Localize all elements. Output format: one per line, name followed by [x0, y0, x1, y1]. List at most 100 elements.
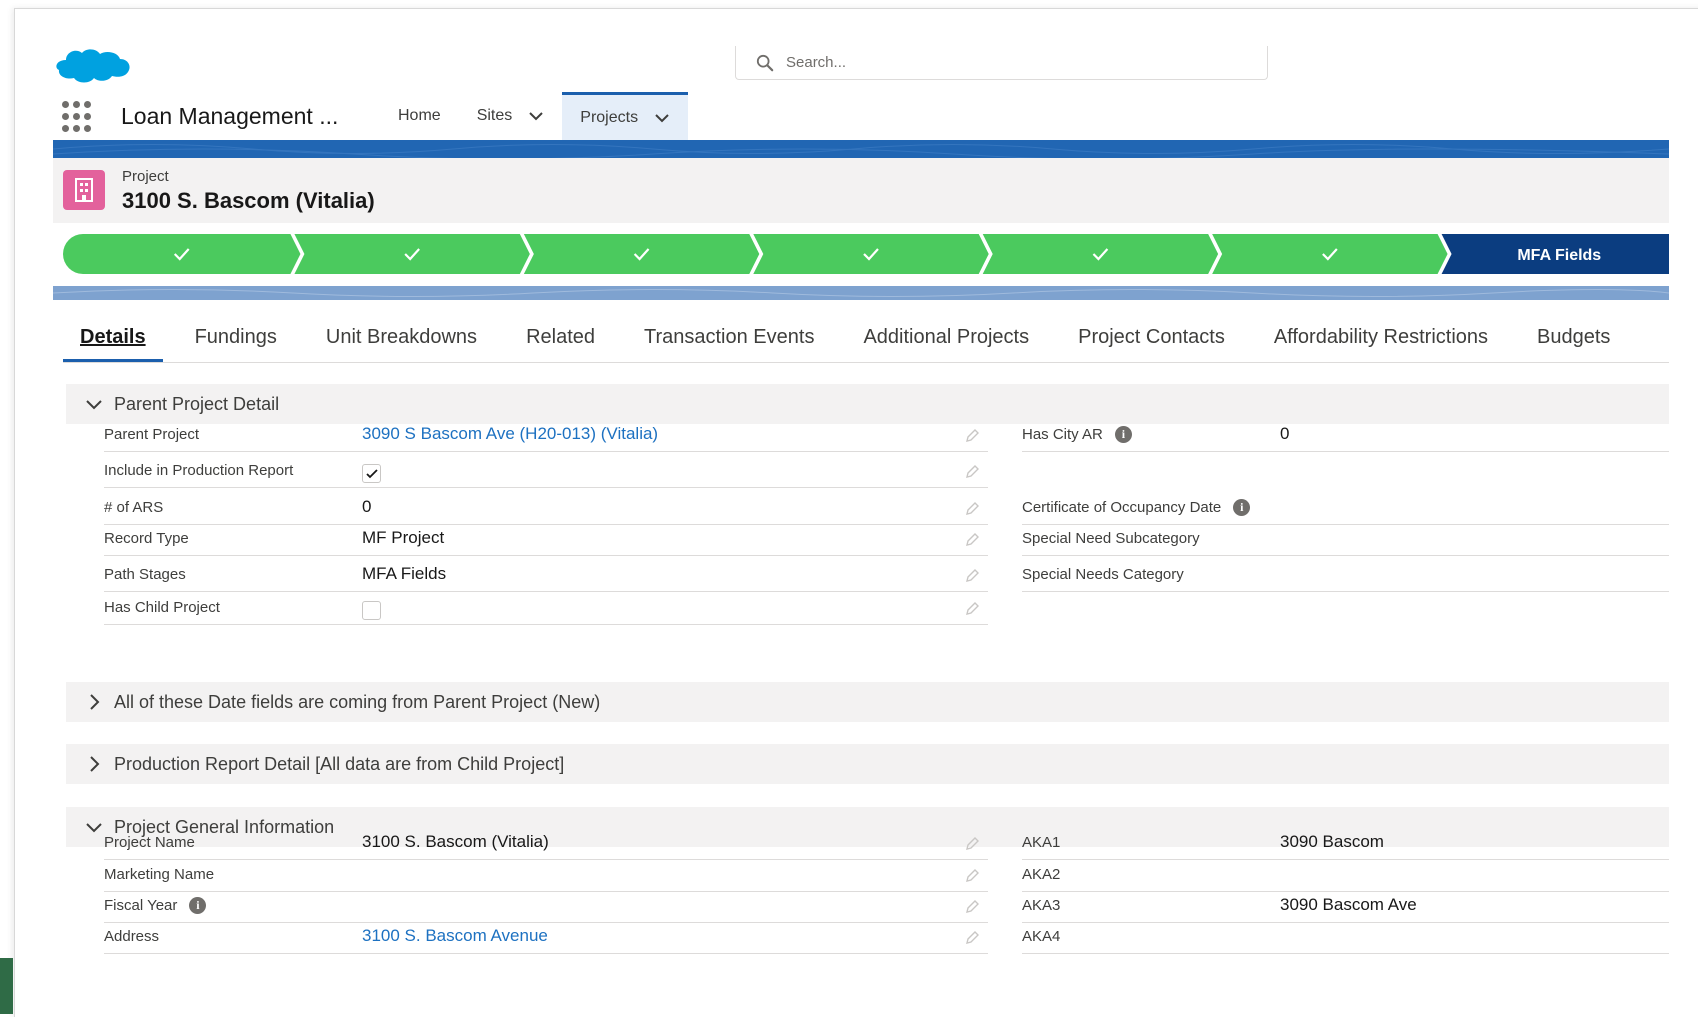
chevron-down-icon[interactable]: [528, 111, 544, 121]
salesforce-logo[interactable]: [52, 46, 132, 86]
field-value: 3100 S. Bascom (Vitalia): [362, 832, 549, 851]
path-stages: MFA Fields: [63, 234, 1669, 274]
field-of-ars: # of ARS 0: [104, 495, 988, 525]
field-marketing-name: Marketing Name: [104, 862, 988, 892]
field-has-city-ar: Has City AR i 0: [1022, 422, 1669, 452]
field-value: 0: [362, 497, 372, 516]
field-label: Certificate of Occupancy Date i: [1022, 499, 1251, 516]
field-path-stages: Path Stages MFA Fields: [104, 562, 988, 592]
field-label: Has City AR i: [1022, 426, 1132, 443]
tab-affordability-restrictions[interactable]: Affordability Restrictions: [1257, 318, 1505, 362]
nav-item-label: Projects: [580, 108, 639, 126]
field-aka2: AKA2: [1022, 862, 1669, 892]
nav-item-home[interactable]: Home: [380, 92, 459, 140]
path-stage-complete[interactable]: [523, 234, 760, 274]
field-label: Fiscal Year i: [104, 897, 207, 914]
tab-project-contacts[interactable]: Project Contacts: [1061, 318, 1242, 362]
global-search[interactable]: [735, 46, 1268, 80]
building-icon: [63, 170, 105, 210]
edit-pencil-icon[interactable]: [964, 930, 980, 946]
field-label: Path Stages: [104, 566, 186, 583]
path-stage-complete[interactable]: [294, 234, 530, 274]
chevron-right-icon: [74, 693, 114, 711]
field-label: Parent Project: [104, 426, 200, 443]
edit-pencil-icon[interactable]: [964, 428, 980, 444]
edit-pencil-icon[interactable]: [964, 532, 980, 548]
path-stage-complete[interactable]: [1212, 234, 1448, 274]
field-value[interactable]: 3100 S. Bascom Avenue: [362, 926, 548, 946]
app-name: Loan Management ...: [121, 103, 339, 129]
record-title: 3100 S. Bascom (Vitalia): [122, 188, 375, 213]
edit-pencil-icon[interactable]: [964, 601, 980, 617]
tab-additional-projects[interactable]: Additional Projects: [846, 318, 1046, 362]
field-value: 3090 Bascom: [1280, 832, 1384, 851]
nav-item-label: Sites: [476, 107, 513, 124]
field-record-type: Record Type MF Project: [104, 526, 988, 556]
info-icon[interactable]: i: [189, 897, 207, 914]
header-banner: [53, 140, 1669, 158]
tab-related[interactable]: Related: [509, 318, 612, 362]
field-label: Has Child Project: [104, 599, 220, 616]
edit-pencil-icon[interactable]: [964, 836, 980, 852]
field-aka3: AKA3 3090 Bascom Ave: [1022, 893, 1669, 923]
field-special-needs-category: Special Needs Category: [1022, 562, 1669, 592]
field-include-in-production-report: Include in Production Report: [104, 458, 988, 488]
field-label: Special Need Subcategory: [1022, 530, 1200, 547]
field-special-need-subcategory: Special Need Subcategory: [1022, 526, 1669, 556]
edit-pencil-icon[interactable]: [964, 899, 980, 915]
search-icon: [756, 54, 774, 71]
path-stage-complete[interactable]: [982, 234, 1219, 274]
path-stage-label: MFA Fields: [1517, 247, 1601, 264]
app-nav: Home Sites Projects: [380, 92, 689, 140]
edit-pencil-icon[interactable]: [964, 464, 980, 480]
section-title: Production Report Detail [All data are f…: [114, 753, 565, 774]
field-address: Address 3100 S. Bascom Avenue: [104, 924, 988, 954]
field-label: Special Needs Category: [1022, 566, 1184, 583]
app-launcher-icon[interactable]: [62, 101, 94, 133]
tab-fundings[interactable]: Fundings: [178, 318, 294, 362]
section-production-report-detail[interactable]: Production Report Detail [All data are f…: [66, 744, 1669, 784]
field-label: Record Type: [104, 530, 189, 547]
info-icon[interactable]: i: [1233, 499, 1251, 516]
field-value[interactable]: 3090 S Bascom Ave (H20-013) (Vitalia): [362, 424, 658, 444]
check-icon: [365, 468, 378, 478]
tab-budgets[interactable]: Budgets: [1520, 318, 1627, 362]
section-title: All of these Date fields are coming from…: [114, 691, 601, 712]
section-parent-project-detail[interactable]: Parent Project Detail: [66, 384, 1669, 424]
chevron-down-icon[interactable]: [654, 113, 670, 123]
field-has-child-project: Has Child Project: [104, 595, 988, 625]
search-input[interactable]: [784, 53, 1188, 72]
tab-transaction-events[interactable]: Transaction Events: [627, 318, 831, 362]
field-value: MFA Fields: [362, 564, 447, 583]
field-fiscal-year: Fiscal Year i: [104, 893, 988, 923]
field-label: Include in Production Report: [104, 462, 294, 479]
field-label: AKA2: [1022, 866, 1061, 883]
edit-pencil-icon[interactable]: [964, 868, 980, 884]
field-value: 3090 Bascom Ave: [1280, 895, 1417, 914]
path-stage-complete[interactable]: [753, 234, 989, 274]
chevron-down-icon: [74, 399, 114, 410]
path-stage-complete[interactable]: [63, 234, 301, 274]
field-parent-project: Parent Project 3090 S Bascom Ave (H20-013…: [104, 422, 988, 452]
edit-pencil-icon[interactable]: [964, 501, 980, 517]
field-label: Marketing Name: [104, 866, 215, 883]
section-date-fields[interactable]: All of these Date fields are coming from…: [66, 682, 1669, 722]
background-decoration: [0, 958, 13, 1014]
nav-item-projects[interactable]: Projects: [562, 92, 689, 140]
nav-item-sites[interactable]: Sites: [459, 92, 563, 140]
field-value: 0: [1280, 424, 1290, 443]
field-aka4: AKA4: [1022, 924, 1669, 954]
info-icon[interactable]: i: [1114, 426, 1132, 443]
field-aka1: AKA1 3090 Bascom: [1022, 830, 1669, 860]
path-banner: [53, 286, 1669, 300]
checkbox: [362, 464, 381, 483]
section-title: Parent Project Detail: [114, 393, 280, 414]
nav-item-label: Home: [398, 107, 441, 124]
field-value: MF Project: [362, 528, 445, 547]
record-type-label: Project: [122, 168, 169, 185]
edit-pencil-icon[interactable]: [964, 568, 980, 584]
field-label: AKA1: [1022, 834, 1061, 851]
field-label: AKA3: [1022, 897, 1061, 914]
tab-details[interactable]: Details: [63, 318, 163, 362]
tab-unit-breakdowns[interactable]: Unit Breakdowns: [309, 318, 494, 362]
